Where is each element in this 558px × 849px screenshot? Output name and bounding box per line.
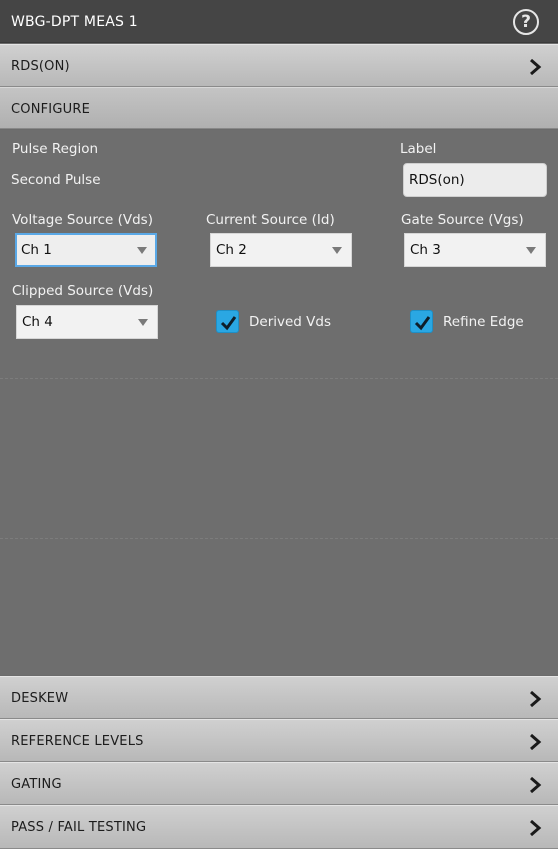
- title-bar: WBG-DPT MEAS 1 ?: [0, 0, 558, 43]
- section-label: PASS / FAIL TESTING: [11, 820, 147, 835]
- label-field-label: Label: [400, 141, 437, 157]
- section-label: DESKEW: [11, 691, 69, 706]
- configure-label: CONFIGURE: [11, 102, 90, 117]
- label-field[interactable]: [403, 163, 547, 197]
- help-icon[interactable]: ?: [513, 9, 539, 35]
- measurement-bar-rdson[interactable]: RDS(ON): [0, 44, 558, 87]
- dropdown-arrow-icon: [138, 319, 148, 326]
- section-reference-levels[interactable]: REFERENCE LEVELS: [0, 719, 558, 762]
- voltage-source-label: Voltage Source (Vds): [12, 212, 153, 228]
- section-gating[interactable]: GATING: [0, 762, 558, 805]
- dropdown-arrow-icon: [332, 247, 342, 254]
- divider: [0, 378, 558, 379]
- configure-header[interactable]: CONFIGURE: [0, 87, 558, 129]
- refine-edge-checkbox[interactable]: [410, 310, 433, 333]
- clipped-source-value: Ch 4: [22, 314, 53, 330]
- chevron-right-icon: [530, 691, 542, 707]
- refine-edge-label[interactable]: Refine Edge: [443, 314, 524, 330]
- derived-vds-label[interactable]: Derived Vds: [249, 314, 331, 330]
- current-source-label: Current Source (Id): [206, 212, 335, 228]
- checkmark-icon: [220, 316, 237, 331]
- section-label: GATING: [11, 777, 62, 792]
- gate-source-value: Ch 3: [410, 242, 441, 258]
- current-source-dropdown[interactable]: Ch 2: [210, 233, 352, 267]
- dropdown-arrow-icon: [137, 247, 147, 254]
- gate-source-label: Gate Source (Vgs): [401, 212, 524, 228]
- chevron-right-icon: [530, 820, 542, 836]
- window-title: WBG-DPT MEAS 1: [11, 14, 138, 30]
- chevron-right-icon: [530, 59, 542, 75]
- gate-source-dropdown[interactable]: Ch 3: [404, 233, 546, 267]
- section-label: REFERENCE LEVELS: [11, 734, 144, 749]
- derived-vds-checkbox[interactable]: [216, 310, 239, 333]
- checkmark-icon: [414, 316, 431, 331]
- voltage-source-dropdown[interactable]: Ch 1: [15, 233, 157, 267]
- label-input[interactable]: [409, 171, 539, 189]
- chevron-right-icon: [530, 777, 542, 793]
- chevron-right-icon: [530, 734, 542, 750]
- clipped-source-label: Clipped Source (Vds): [12, 283, 154, 299]
- dropdown-arrow-icon: [526, 247, 536, 254]
- section-deskew[interactable]: DESKEW: [0, 676, 558, 719]
- divider: [0, 538, 558, 539]
- pulse-region-value[interactable]: Second Pulse: [11, 172, 101, 188]
- voltage-source-value: Ch 1: [21, 242, 52, 258]
- current-source-value: Ch 2: [216, 242, 247, 258]
- section-pass-fail-testing[interactable]: PASS / FAIL TESTING: [0, 805, 558, 849]
- measurement-name: RDS(ON): [11, 59, 70, 74]
- clipped-source-dropdown[interactable]: Ch 4: [16, 305, 158, 339]
- pulse-region-label: Pulse Region: [12, 141, 99, 157]
